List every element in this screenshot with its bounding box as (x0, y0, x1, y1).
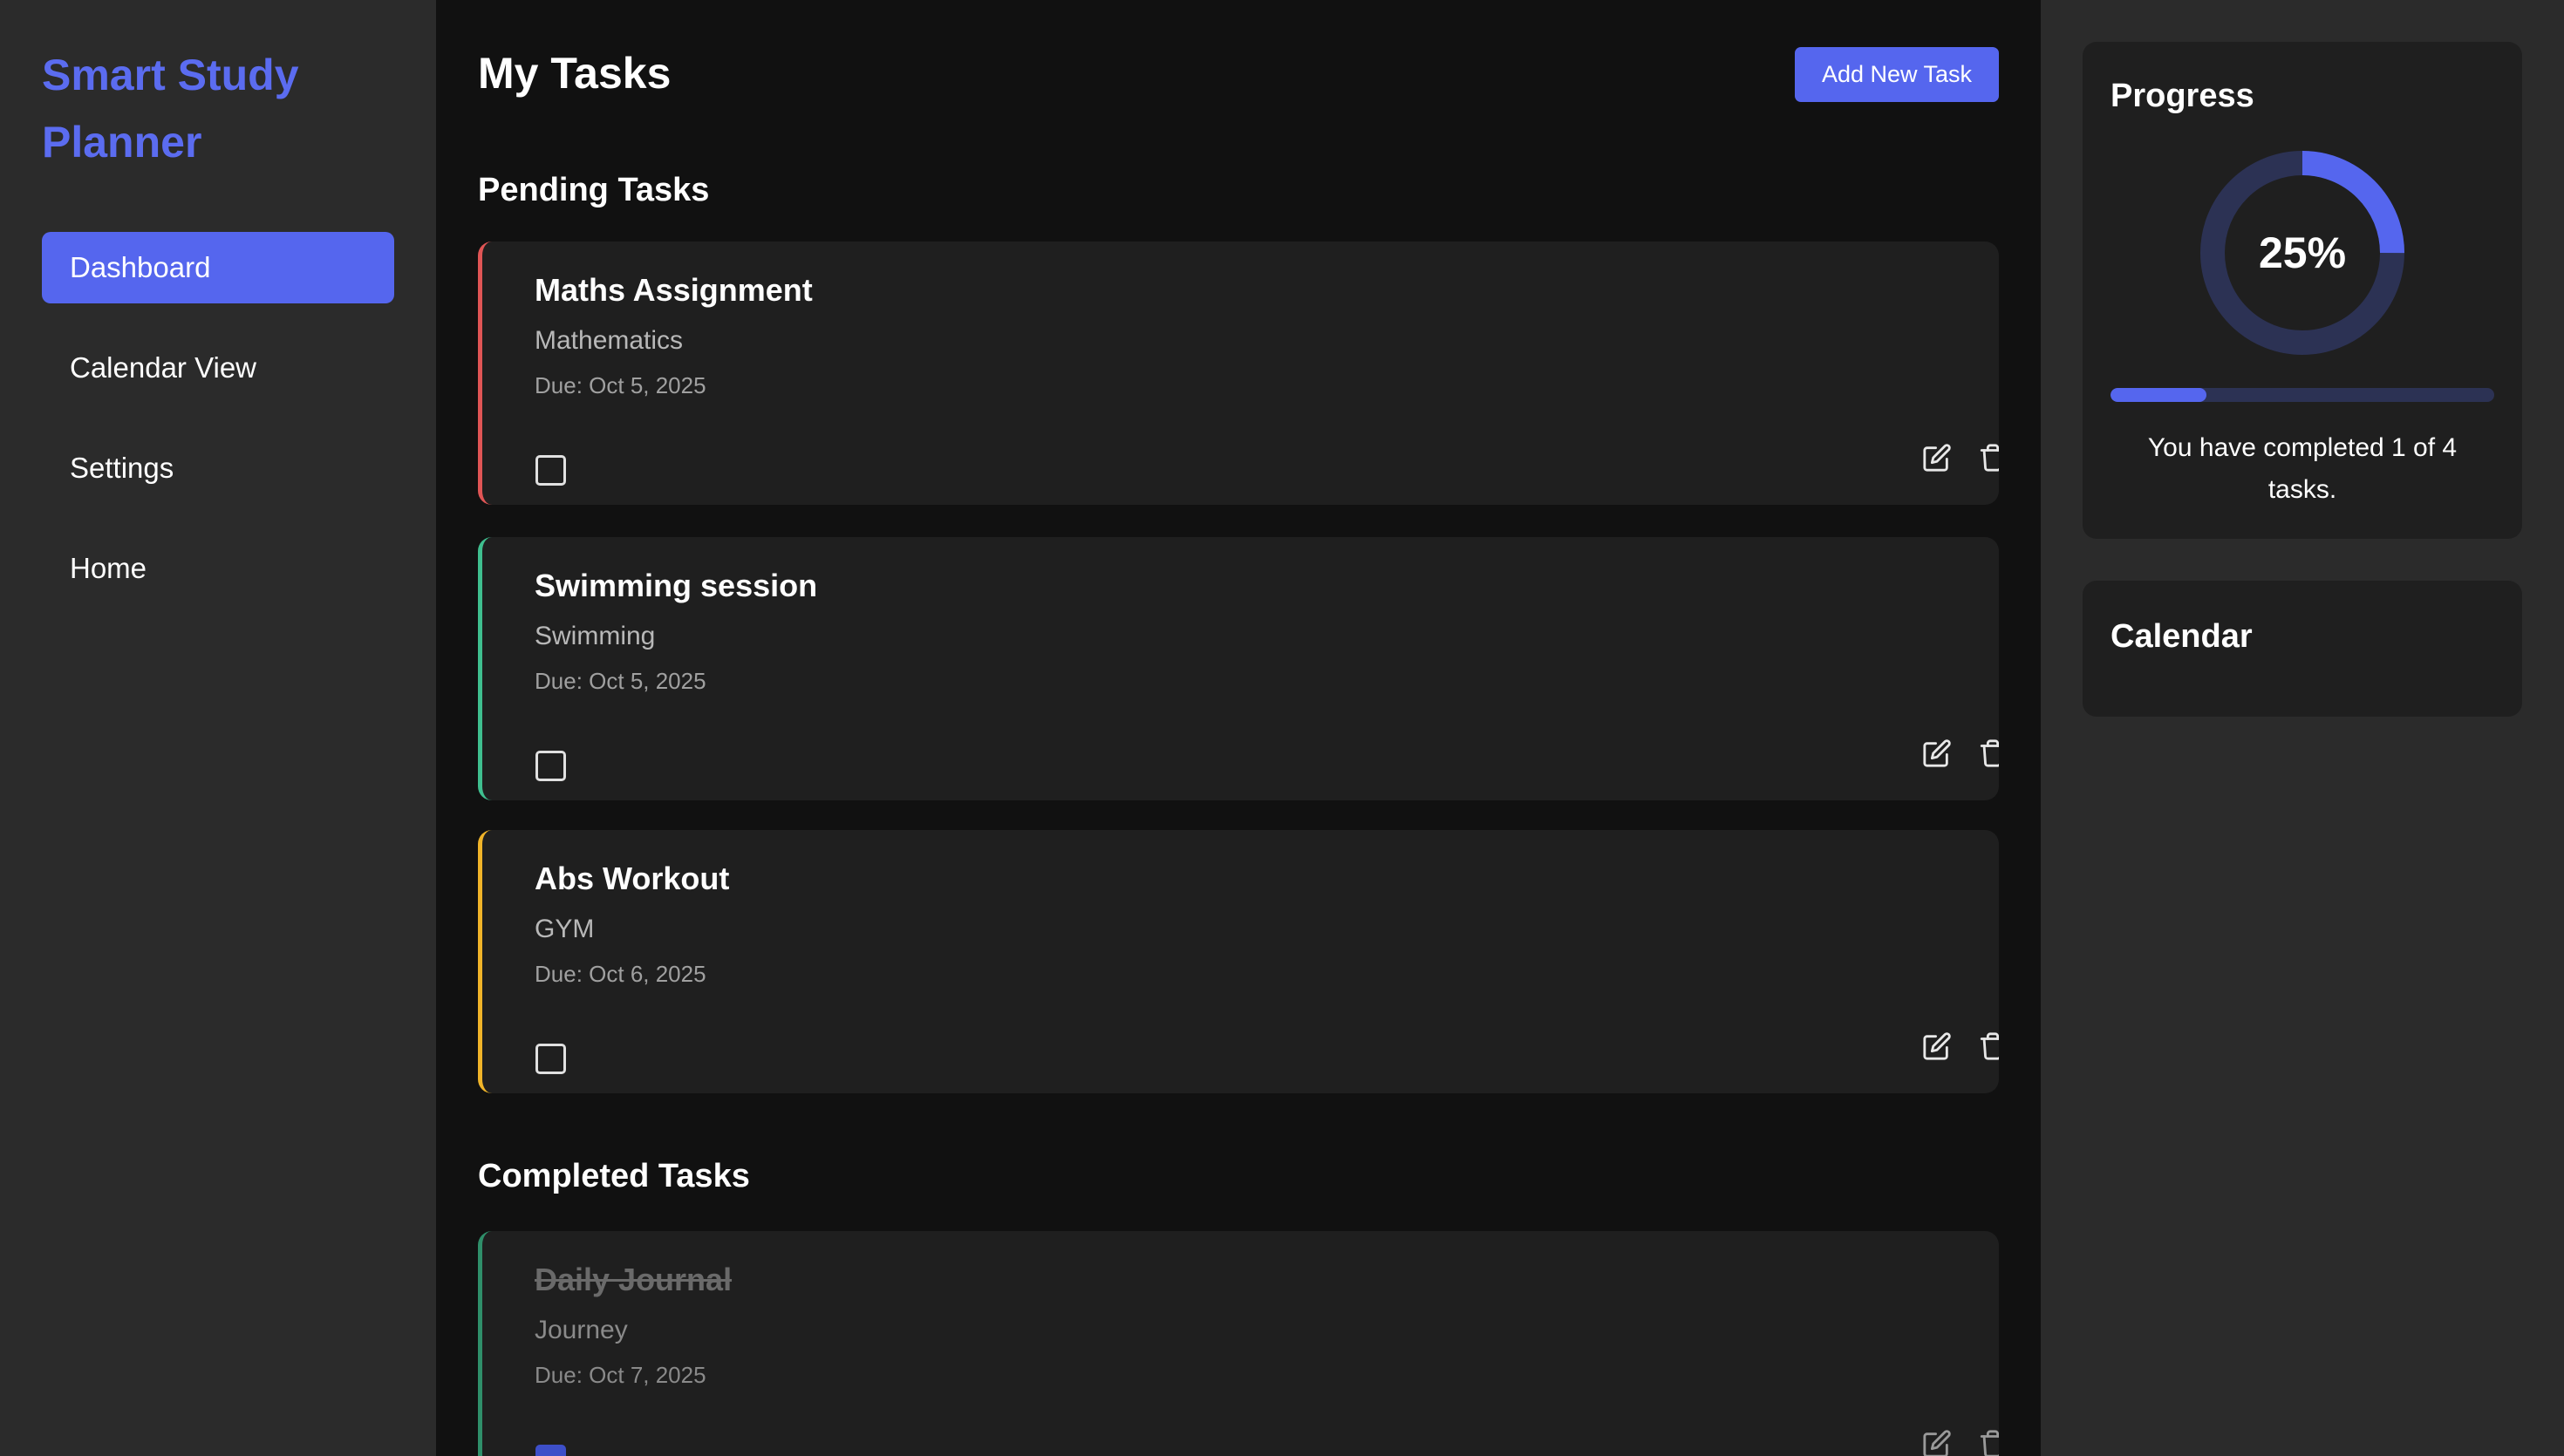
task-title: Maths Assignment (535, 272, 813, 308)
task-due-date: Due: Oct 5, 2025 (535, 372, 706, 398)
task-title: Swimming session (535, 568, 818, 603)
task-title: Daily Journal (535, 1262, 733, 1297)
task-complete-checkbox[interactable] (535, 751, 566, 781)
add-new-task-button[interactable]: Add New Task (1795, 47, 1999, 102)
task-subject: GYM (535, 915, 595, 943)
task-subject: Journey (535, 1316, 628, 1344)
task-due-date: Due: Oct 5, 2025 (535, 668, 706, 694)
progress-bar (2111, 388, 2494, 402)
progress-percent: 25% (2258, 228, 2347, 277)
task-due-date: Due: Oct 6, 2025 (535, 961, 706, 987)
task-card: Abs Workout GYM Due: Oct 6, 2025 (478, 830, 1999, 1093)
task-complete-checkbox[interactable] (535, 1044, 566, 1074)
task-card: Daily Journal Journey Due: Oct 7, 2025 (478, 1231, 1999, 1456)
trash-icon[interactable] (1975, 1426, 1999, 1456)
app-root: Smart Study Planner Dashboard Calendar V… (0, 0, 2564, 1456)
main-content: My Tasks Add New Task Pending Tasks Math… (436, 0, 2041, 1456)
edit-icon[interactable] (1920, 1029, 1954, 1064)
nav-item-dashboard[interactable]: Dashboard (42, 232, 394, 303)
trash-icon[interactable] (1975, 1029, 1999, 1064)
progress-title: Progress (2111, 78, 2254, 114)
trash-icon[interactable] (1975, 736, 1999, 771)
calendar-title: Calendar (2111, 618, 2253, 655)
edit-icon[interactable] (1920, 1426, 1954, 1456)
task-title: Abs Workout (535, 861, 730, 896)
app-brand: Smart Study Planner (42, 51, 299, 167)
sidebar: Smart Study Planner Dashboard Calendar V… (0, 0, 436, 1456)
nav-item-calendar-view[interactable]: Calendar View (42, 332, 394, 404)
progress-card: Progress 25% You have completed 1 of 4 t… (2083, 42, 2522, 539)
page-title: My Tasks (478, 49, 672, 98)
progress-bar-fill (2111, 388, 2206, 402)
task-complete-checkbox[interactable] (535, 455, 566, 486)
completed-tasks-heading: Completed Tasks (478, 1158, 750, 1194)
task-due-date: Due: Oct 7, 2025 (535, 1362, 706, 1388)
task-card: Swimming session Swimming Due: Oct 5, 20… (478, 537, 1999, 800)
calendar-card: Calendar (2083, 581, 2522, 717)
nav-item-settings[interactable]: Settings (42, 432, 394, 504)
edit-icon[interactable] (1920, 736, 1954, 771)
task-complete-checkbox[interactable] (535, 1445, 566, 1456)
edit-icon[interactable] (1920, 440, 1954, 475)
progress-summary: You have completed 1 of 4 tasks. (2147, 433, 2458, 504)
pending-tasks-heading: Pending Tasks (478, 172, 710, 208)
task-subject: Swimming (535, 622, 656, 650)
right-panel: Progress 25% You have completed 1 of 4 t… (2041, 0, 2564, 1456)
trash-icon[interactable] (1975, 440, 1999, 475)
nav-item-home[interactable]: Home (42, 533, 394, 604)
task-subject: Mathematics (535, 326, 684, 355)
progress-ring: 25% (2198, 148, 2407, 357)
task-card: Maths Assignment Mathematics Due: Oct 5,… (478, 242, 1999, 505)
